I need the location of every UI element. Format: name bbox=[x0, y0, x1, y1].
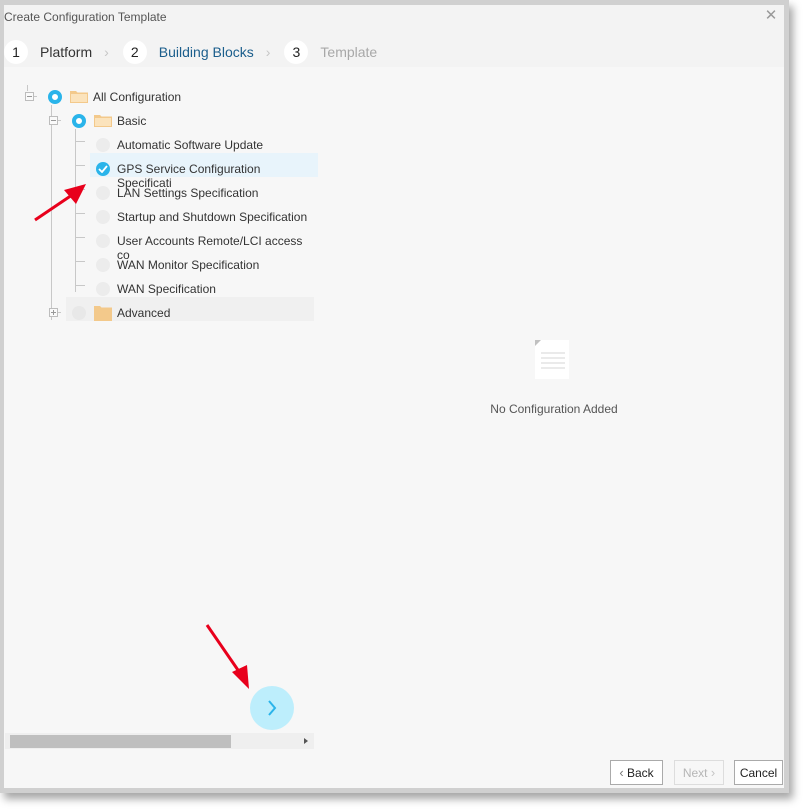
tree-item[interactable]: LAN Settings Specification bbox=[117, 186, 258, 200]
tree-connector bbox=[51, 105, 52, 320]
tree-item[interactable]: Startup and Shutdown Specification bbox=[117, 210, 307, 224]
step-number: 2 bbox=[122, 40, 147, 64]
configuration-tree: All Configuration Basic Automatic Softwa… bbox=[14, 85, 318, 335]
partial-select-radio[interactable] bbox=[48, 90, 62, 104]
chevron-left-icon: ‹ bbox=[619, 765, 624, 780]
tree-connector bbox=[76, 237, 85, 238]
tree-connector bbox=[76, 285, 85, 286]
tree-connector bbox=[76, 261, 85, 262]
wizard-steps: 1 Platform › 2 Building Blocks › 3 Templ… bbox=[4, 40, 377, 67]
step-template: 3 Template bbox=[284, 40, 377, 64]
partial-select-radio[interactable] bbox=[72, 114, 86, 128]
folder-open-icon bbox=[94, 115, 112, 127]
tree-connector bbox=[76, 141, 85, 142]
scroll-right-arrow-icon[interactable] bbox=[304, 738, 308, 744]
item-radio bbox=[72, 306, 86, 320]
scrollbar-thumb[interactable] bbox=[10, 735, 231, 748]
step-platform[interactable]: 1 Platform bbox=[4, 40, 92, 64]
tree-connector bbox=[76, 213, 85, 214]
tree-connector bbox=[75, 129, 76, 292]
item-radio[interactable] bbox=[96, 138, 110, 152]
chevron-right-icon: › bbox=[265, 44, 271, 60]
expand-icon[interactable] bbox=[49, 308, 58, 317]
chevron-right-icon bbox=[268, 700, 277, 716]
empty-state-text: No Configuration Added bbox=[490, 402, 618, 416]
check-icon bbox=[98, 165, 108, 173]
close-icon[interactable]: ✕ bbox=[764, 8, 778, 23]
next-button: Next › bbox=[674, 760, 724, 785]
tree-node-advanced[interactable]: Advanced bbox=[117, 306, 170, 320]
folder-open-icon bbox=[70, 91, 88, 103]
back-button[interactable]: ‹ Back bbox=[610, 760, 663, 785]
tree-connector bbox=[76, 165, 85, 166]
step-number: 1 bbox=[4, 40, 28, 64]
dialog-title: Create Configuration Template bbox=[4, 10, 167, 24]
tree-node-basic[interactable]: Basic bbox=[117, 114, 146, 128]
chevron-right-icon: › bbox=[710, 765, 716, 780]
step-label: Building Blocks bbox=[158, 44, 254, 60]
item-radio[interactable] bbox=[96, 210, 110, 224]
cancel-button[interactable]: Cancel bbox=[734, 760, 783, 785]
tree-node-all-configuration[interactable]: All Configuration bbox=[93, 90, 181, 104]
add-to-template-button[interactable] bbox=[250, 686, 294, 730]
dialog-header: Create Configuration Template ✕ 1 Platfo… bbox=[4, 5, 784, 67]
tree-connector bbox=[27, 85, 28, 91]
chevron-right-icon: › bbox=[104, 44, 109, 60]
create-configuration-template-dialog: Create Configuration Template ✕ 1 Platfo… bbox=[0, 0, 789, 793]
step-building-blocks[interactable]: 2 Building Blocks bbox=[122, 40, 254, 64]
collapse-icon[interactable] bbox=[25, 92, 34, 101]
back-label: Back bbox=[627, 765, 654, 780]
step-label: Template bbox=[320, 44, 378, 60]
tree-item[interactable]: WAN Monitor Specification bbox=[117, 258, 259, 272]
step-number: 3 bbox=[284, 40, 309, 64]
folder-icon bbox=[94, 306, 112, 321]
tree-item[interactable]: WAN Specification bbox=[117, 282, 216, 296]
item-radio[interactable] bbox=[96, 234, 110, 248]
item-radio[interactable] bbox=[96, 282, 110, 296]
document-icon bbox=[535, 340, 569, 379]
next-label: Next bbox=[682, 765, 708, 780]
step-label: Platform bbox=[40, 44, 93, 60]
tree-connector bbox=[76, 189, 85, 190]
item-radio[interactable] bbox=[96, 258, 110, 272]
checked-radio[interactable] bbox=[96, 162, 110, 176]
collapse-icon[interactable] bbox=[49, 116, 58, 125]
tree-horizontal-scrollbar[interactable] bbox=[5, 733, 314, 749]
item-radio[interactable] bbox=[96, 186, 110, 200]
